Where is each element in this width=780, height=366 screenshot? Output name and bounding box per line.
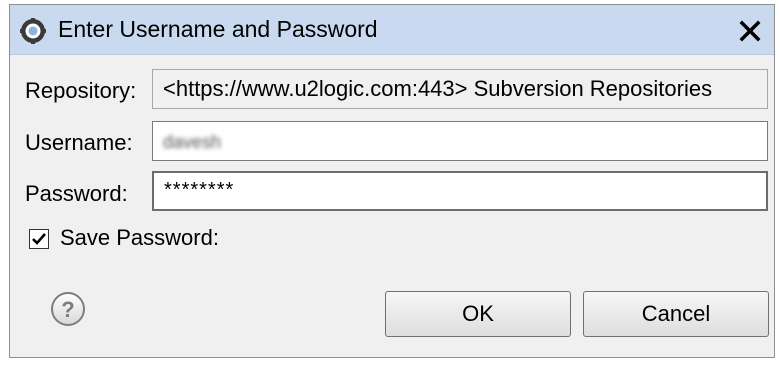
close-icon[interactable] [736,17,764,45]
username-input[interactable]: davesh [152,121,768,161]
checkmark-icon [32,233,46,245]
help-icon[interactable]: ? [50,291,86,327]
ok-button[interactable]: OK [385,291,571,337]
repository-value: <https://www.u2logic.com:443> Subversion… [163,76,713,101]
cancel-button[interactable]: Cancel [583,291,769,337]
password-input[interactable]: ******** [152,171,768,211]
svn-gear-icon [20,18,46,44]
save-password-checkbox[interactable] [29,229,49,249]
repository-label: Repository: [25,78,137,103]
username-label: Username: [25,130,133,155]
login-dialog: Enter Username and Password Repository: … [9,4,775,358]
window-title: Enter Username and Password [58,16,378,42]
password-label: Password: [25,181,128,206]
svg-text:?: ? [61,297,74,322]
username-value: davesh [163,132,222,152]
repository-field: <https://www.u2logic.com:443> Subversion… [152,69,768,109]
password-value: ******** [164,179,235,201]
title-bar[interactable]: Enter Username and Password [10,5,774,55]
save-password-label: Save Password: [60,225,219,250]
